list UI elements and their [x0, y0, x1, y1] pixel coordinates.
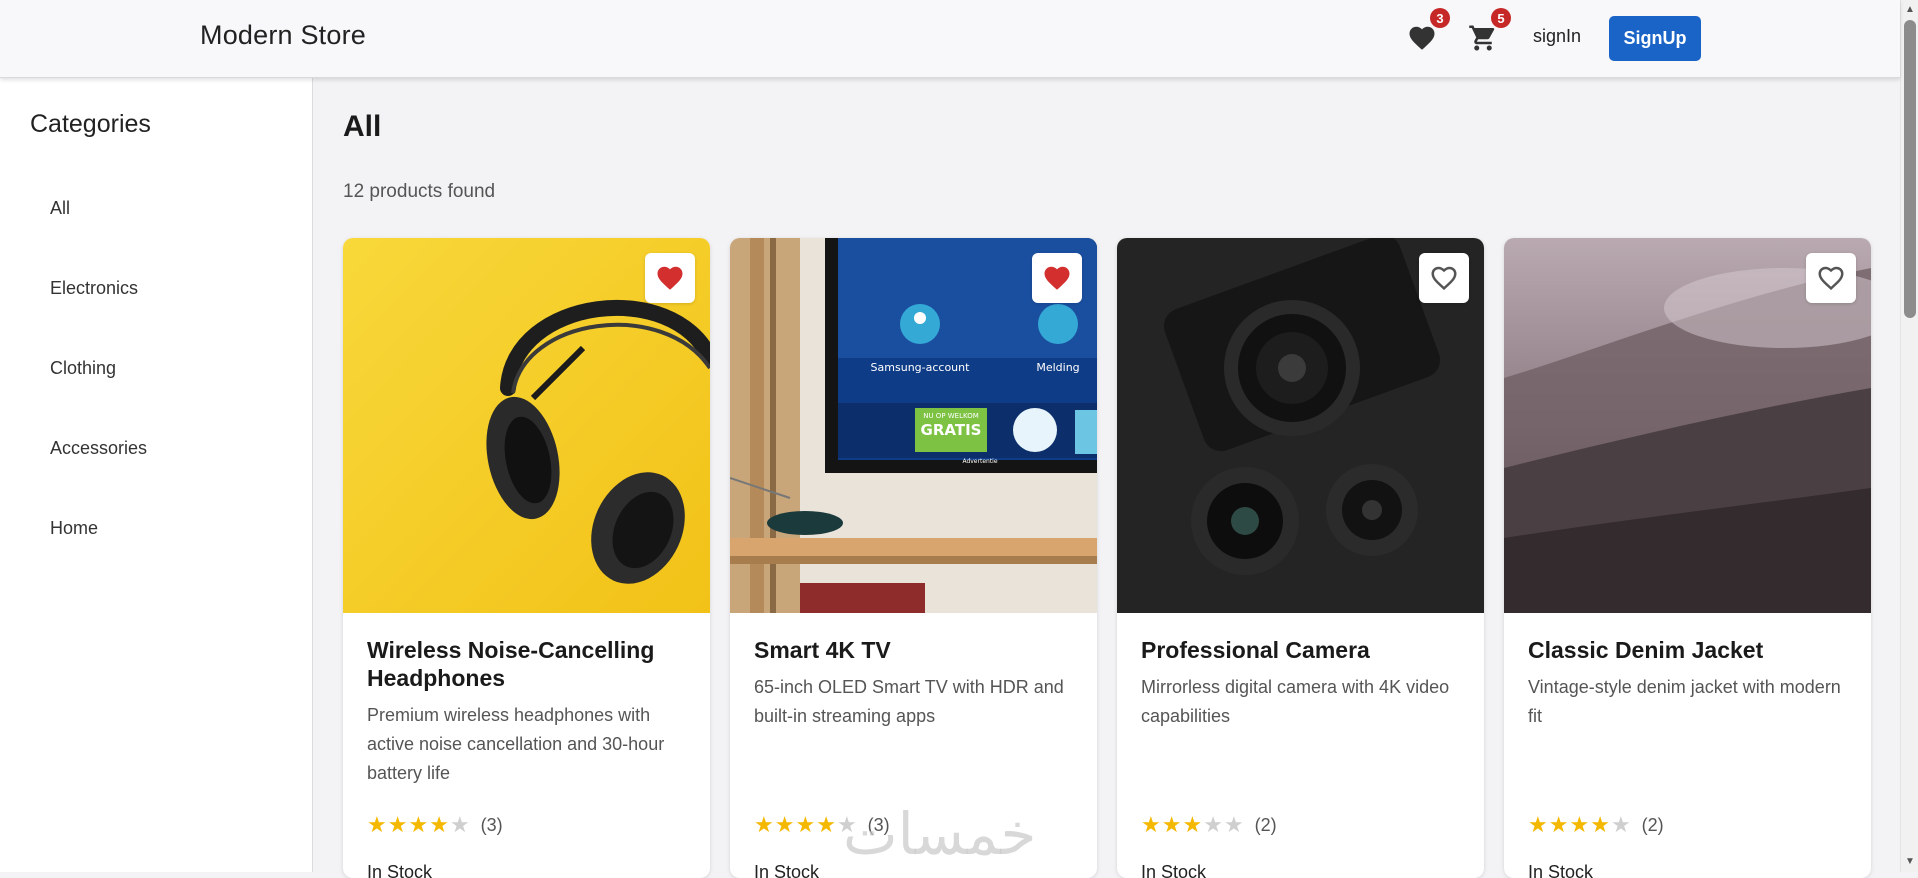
categories-heading: Categories — [30, 110, 151, 138]
heart-icon — [1409, 26, 1435, 50]
product-card[interactable]: Wireless Noise-Cancelling Headphones Pre… — [343, 238, 710, 878]
category-item-accessories[interactable]: Accessories — [50, 438, 147, 459]
favorite-toggle-button[interactable] — [1032, 253, 1082, 303]
product-description: 65-inch OLED Smart TV with HDR and built… — [754, 677, 1064, 726]
star-filled-icon: ★ — [795, 812, 816, 837]
stock-status: In Stock — [1528, 862, 1594, 878]
tv-label-right: Melding — [1036, 361, 1079, 374]
star-filled-icon: ★ — [1161, 812, 1182, 837]
heart-outline-icon — [1431, 266, 1457, 291]
sign-up-button[interactable]: SignUp — [1609, 16, 1701, 61]
star-filled-icon: ★ — [1569, 812, 1590, 837]
product-title[interactable]: Smart 4K TV — [754, 636, 1074, 664]
star-filled-icon: ★ — [1528, 812, 1548, 837]
star-filled-icon: ★ — [774, 812, 795, 837]
product-title[interactable]: Wireless Noise-Cancelling Headphones — [367, 636, 687, 692]
page-title: All — [343, 110, 382, 143]
star-filled-icon: ★ — [754, 812, 774, 837]
product-description: Vintage-style denim jacket with modern f… — [1528, 677, 1841, 726]
product-rating: ★ ★ ★ ★ ★ (3) — [367, 814, 503, 836]
tv-banner-main: GRATIS — [921, 421, 982, 439]
products-found-count: 12 products found — [343, 181, 496, 202]
tv-label-left: Samsung-account — [871, 361, 971, 374]
wishlist-button[interactable]: 3 — [1404, 8, 1450, 56]
store-brand[interactable]: Modern Store — [200, 20, 366, 51]
star-filled-icon: ★ — [1590, 812, 1610, 837]
category-item-all[interactable]: All — [50, 198, 70, 219]
star-filled-icon: ★ — [1182, 812, 1203, 837]
stock-status: In Stock — [367, 862, 433, 878]
sign-in-link[interactable]: signIn — [1533, 26, 1581, 47]
scrollbar-thumb[interactable] — [1904, 20, 1916, 318]
star-empty-icon: ★ — [1610, 812, 1631, 837]
product-card[interactable]: Samsung-account Melding NU OP WELKOM GRA… — [730, 238, 1097, 878]
category-item-electronics[interactable]: Electronics — [50, 278, 138, 299]
page-scrollbar[interactable]: ▲ ▼ — [1900, 0, 1918, 872]
review-count: (2) — [1254, 814, 1277, 835]
shopping-cart-icon — [1469, 25, 1495, 51]
star-filled-icon: ★ — [367, 812, 387, 837]
star-filled-icon: ★ — [1141, 812, 1161, 837]
star-filled-icon: ★ — [816, 812, 836, 837]
review-count: (3) — [480, 814, 503, 835]
product-rating: ★ ★ ★ ★ ★ (2) — [1528, 814, 1664, 836]
star-filled-icon: ★ — [408, 812, 429, 837]
cart-count-badge: 5 — [1491, 8, 1511, 28]
star-filled-icon: ★ — [387, 812, 408, 837]
favorite-toggle-button[interactable] — [1806, 253, 1856, 303]
product-description: Premium wireless headphones with active … — [367, 705, 665, 783]
product-title[interactable]: Classic Denim Jacket — [1528, 636, 1848, 664]
scroll-up-arrow-icon[interactable]: ▲ — [1904, 4, 1916, 16]
stock-status: In Stock — [1141, 862, 1207, 878]
star-empty-icon: ★ — [449, 812, 470, 837]
top-navbar: Modern Store 3 5 signIn SignUp — [0, 0, 1900, 78]
star-filled-icon: ★ — [429, 812, 449, 837]
categories-sidebar: Categories All Electronics Clothing Acce… — [0, 78, 313, 872]
wishlist-count-badge: 3 — [1430, 8, 1450, 28]
heart-filled-icon — [1044, 266, 1070, 290]
watermark: خمسات — [843, 800, 1037, 868]
product-description: Mirrorless digital camera with 4K video … — [1141, 677, 1450, 726]
product-card[interactable]: Professional Camera Mirrorless digital c… — [1117, 238, 1484, 878]
cart-button[interactable]: 5 — [1465, 8, 1511, 56]
star-filled-icon: ★ — [1548, 812, 1569, 837]
scroll-down-arrow-icon[interactable]: ▼ — [1904, 856, 1916, 868]
product-title[interactable]: Professional Camera — [1141, 636, 1461, 664]
category-item-home[interactable]: Home — [50, 518, 98, 539]
stock-status: In Stock — [754, 862, 820, 878]
star-empty-icon: ★ — [1203, 812, 1223, 837]
review-count: (2) — [1641, 814, 1664, 835]
heart-filled-icon — [657, 266, 683, 290]
favorite-toggle-button[interactable] — [645, 253, 695, 303]
product-card[interactable]: Classic Denim Jacket Vintage-style denim… — [1504, 238, 1871, 878]
star-empty-icon: ★ — [1223, 812, 1244, 837]
category-item-clothing[interactable]: Clothing — [50, 358, 116, 379]
heart-outline-icon — [1818, 266, 1844, 291]
tv-banner-sub: Advertentie — [962, 458, 997, 465]
product-rating: ★ ★ ★ ★ ★ (2) — [1141, 814, 1277, 836]
favorite-toggle-button[interactable] — [1419, 253, 1469, 303]
tv-banner-top: NU OP WELKOM — [923, 412, 979, 420]
